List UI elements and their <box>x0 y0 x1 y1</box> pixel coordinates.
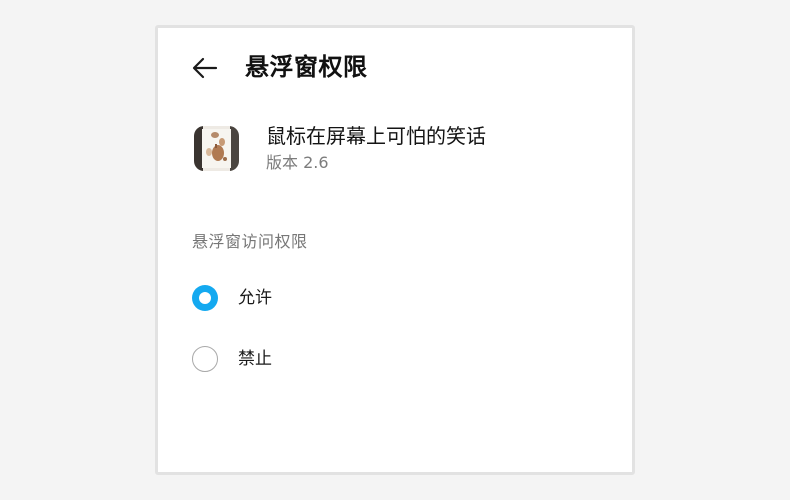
option-deny[interactable]: 禁止 <box>192 340 612 380</box>
option-allow-label: 允许 <box>238 288 272 308</box>
radio-deny[interactable] <box>192 346 218 372</box>
app-version: 版本 2.6 <box>266 153 329 172</box>
option-allow[interactable]: 允许 <box>192 279 612 319</box>
option-deny-label: 禁止 <box>238 349 272 369</box>
radio-allow[interactable] <box>192 285 218 311</box>
app-name: 鼠标在屏幕上可怕的笑话 <box>266 124 486 148</box>
app-info: 鼠标在屏幕上可怕的笑话 版本 2.6 <box>194 124 594 178</box>
header: 悬浮窗权限 <box>158 28 632 106</box>
app-icon <box>194 126 239 171</box>
permission-panel: 悬浮窗权限 鼠标在屏幕上可怕的笑话 版本 2.6 悬浮窗访问权限 允许 禁止 <box>155 25 635 475</box>
arrow-left-icon <box>192 57 218 79</box>
section-label: 悬浮窗访问权限 <box>192 232 308 251</box>
back-button[interactable] <box>190 53 220 83</box>
page-title: 悬浮窗权限 <box>245 53 368 81</box>
